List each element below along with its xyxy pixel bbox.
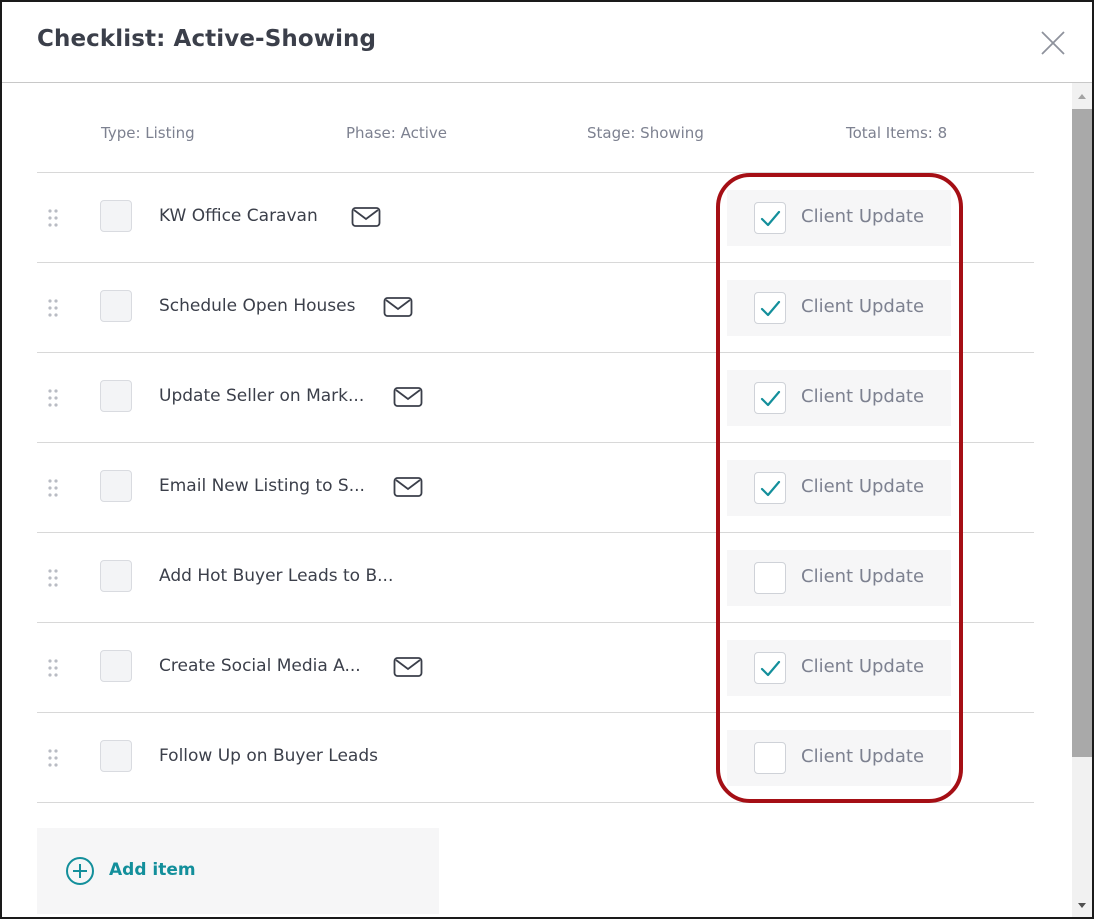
- client-update-checkbox[interactable]: [754, 202, 786, 234]
- client-update-checkbox[interactable]: [754, 292, 786, 324]
- task-complete-checkbox[interactable]: [100, 560, 132, 592]
- scroll-down-arrow-icon[interactable]: [1072, 895, 1092, 915]
- drag-handle-icon[interactable]: [47, 298, 59, 318]
- client-update-toggle[interactable]: Client Update: [727, 190, 951, 246]
- client-update-toggle[interactable]: Client Update: [727, 460, 951, 516]
- scrollbar-thumb[interactable]: [1072, 109, 1092, 757]
- meta-stage: Stage: Showing: [587, 124, 704, 142]
- task-complete-checkbox[interactable]: [100, 470, 132, 502]
- task-label[interactable]: Email New Listing to S...: [159, 476, 365, 496]
- checkmark-icon: [760, 300, 781, 317]
- modal-title: Checklist: Active-Showing: [37, 26, 377, 52]
- client-update-toggle[interactable]: Client Update: [727, 730, 951, 786]
- checklist-modal: Checklist: Active-Showing Type: Listing …: [0, 0, 1094, 919]
- checklist-row: Follow Up on Buyer Leads Client Update: [37, 713, 1034, 803]
- checkmark-icon: [760, 390, 781, 407]
- client-update-checkbox[interactable]: [754, 562, 786, 594]
- checklist-row: Schedule Open Houses Client Update: [37, 263, 1034, 353]
- client-update-toggle[interactable]: Client Update: [727, 280, 951, 336]
- checklist-row: Create Social Media A... Client Update: [37, 623, 1034, 713]
- task-complete-checkbox[interactable]: [100, 380, 132, 412]
- mail-icon[interactable]: [393, 386, 423, 408]
- checklist-meta: Type: Listing Phase: Active Stage: Showi…: [37, 124, 1034, 154]
- task-complete-checkbox[interactable]: [100, 200, 132, 232]
- client-update-checkbox[interactable]: [754, 472, 786, 504]
- drag-handle-icon[interactable]: [47, 208, 59, 228]
- client-update-label: Client Update: [801, 386, 925, 407]
- mail-icon[interactable]: [393, 656, 423, 678]
- meta-total: Total Items: 8: [846, 124, 948, 142]
- meta-phase: Phase: Active: [346, 124, 448, 142]
- drag-handle-icon[interactable]: [47, 478, 59, 498]
- task-label[interactable]: Update Seller on Mark...: [159, 386, 364, 406]
- checklist-items: KW Office Caravan Client Update Schedule…: [37, 172, 1034, 803]
- drag-handle-icon[interactable]: [47, 568, 59, 588]
- checkmark-icon: [760, 480, 781, 497]
- vertical-scrollbar[interactable]: [1072, 83, 1092, 917]
- client-update-checkbox[interactable]: [754, 382, 786, 414]
- drag-handle-icon[interactable]: [47, 748, 59, 768]
- client-update-checkbox[interactable]: [754, 652, 786, 684]
- client-update-checkbox[interactable]: [754, 742, 786, 774]
- task-label[interactable]: KW Office Caravan: [159, 206, 318, 226]
- task-label[interactable]: Schedule Open Houses: [159, 296, 355, 316]
- checkmark-icon: [760, 210, 781, 227]
- mail-icon[interactable]: [351, 206, 381, 228]
- task-complete-checkbox[interactable]: [100, 740, 132, 772]
- checklist-row: KW Office Caravan Client Update: [37, 173, 1034, 263]
- mail-icon[interactable]: [383, 296, 413, 318]
- drag-handle-icon[interactable]: [47, 388, 59, 408]
- client-update-toggle[interactable]: Client Update: [727, 370, 951, 426]
- checklist-row: Email New Listing to S... Client Update: [37, 443, 1034, 533]
- task-label[interactable]: Add Hot Buyer Leads to B...: [159, 566, 393, 586]
- client-update-label: Client Update: [801, 746, 925, 767]
- client-update-label: Client Update: [801, 656, 925, 677]
- plus-circle-icon: [66, 857, 94, 885]
- task-label[interactable]: Create Social Media A...: [159, 656, 361, 676]
- add-item-button[interactable]: Add item: [37, 828, 439, 914]
- client-update-label: Client Update: [801, 476, 925, 497]
- client-update-toggle[interactable]: Client Update: [727, 640, 951, 696]
- meta-type: Type: Listing: [101, 124, 195, 142]
- mail-icon[interactable]: [393, 476, 423, 498]
- task-label[interactable]: Follow Up on Buyer Leads: [159, 746, 378, 766]
- task-complete-checkbox[interactable]: [100, 290, 132, 322]
- checklist-row: Add Hot Buyer Leads to B... Client Updat…: [37, 533, 1034, 623]
- modal-header: Checklist: Active-Showing: [2, 2, 1092, 83]
- drag-handle-icon[interactable]: [47, 658, 59, 678]
- task-complete-checkbox[interactable]: [100, 650, 132, 682]
- checkmark-icon: [760, 660, 781, 677]
- scroll-up-arrow-icon[interactable]: [1072, 87, 1092, 107]
- client-update-label: Client Update: [801, 206, 925, 227]
- add-item-label: Add item: [109, 860, 196, 880]
- client-update-label: Client Update: [801, 296, 925, 317]
- close-icon[interactable]: [1038, 28, 1068, 58]
- client-update-toggle[interactable]: Client Update: [727, 550, 951, 606]
- client-update-label: Client Update: [801, 566, 925, 587]
- checklist-row: Update Seller on Mark... Client Update: [37, 353, 1034, 443]
